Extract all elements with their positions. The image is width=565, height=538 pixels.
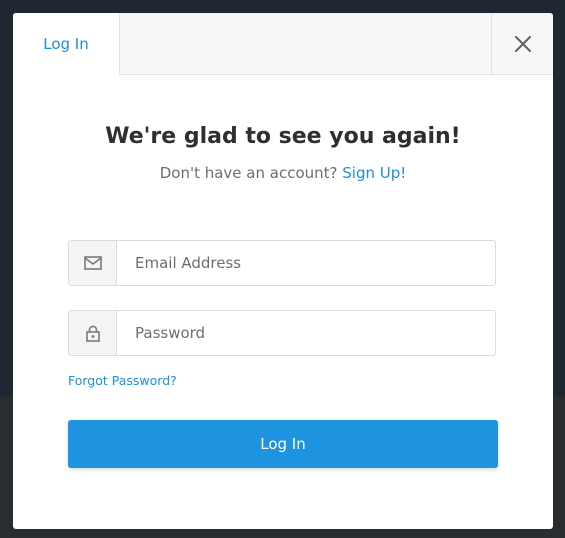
forgot-password-link[interactable]: Forgot Password?	[68, 373, 177, 388]
signup-prompt-text: Don't have an account?	[159, 164, 338, 182]
password-field	[68, 310, 496, 356]
tab-log-in[interactable]: Log In	[13, 13, 120, 75]
lock-icon	[85, 325, 100, 342]
close-button[interactable]	[491, 13, 553, 74]
email-input[interactable]	[117, 241, 493, 285]
signup-link[interactable]: Sign Up!	[342, 164, 406, 182]
mail-icon	[83, 256, 102, 270]
password-addon	[69, 311, 117, 355]
email-addon	[69, 241, 117, 285]
modal-title: We're glad to see you again!	[105, 124, 461, 149]
close-icon	[514, 35, 531, 52]
modal-tab-bar: Log In	[13, 13, 553, 75]
signup-prompt: Don't have an account? Sign Up!	[13, 164, 553, 182]
password-input[interactable]	[117, 311, 493, 355]
email-field	[68, 240, 496, 286]
login-button[interactable]: Log In	[68, 420, 498, 468]
login-modal: Log In We're glad to see you again! Don'…	[13, 13, 553, 529]
